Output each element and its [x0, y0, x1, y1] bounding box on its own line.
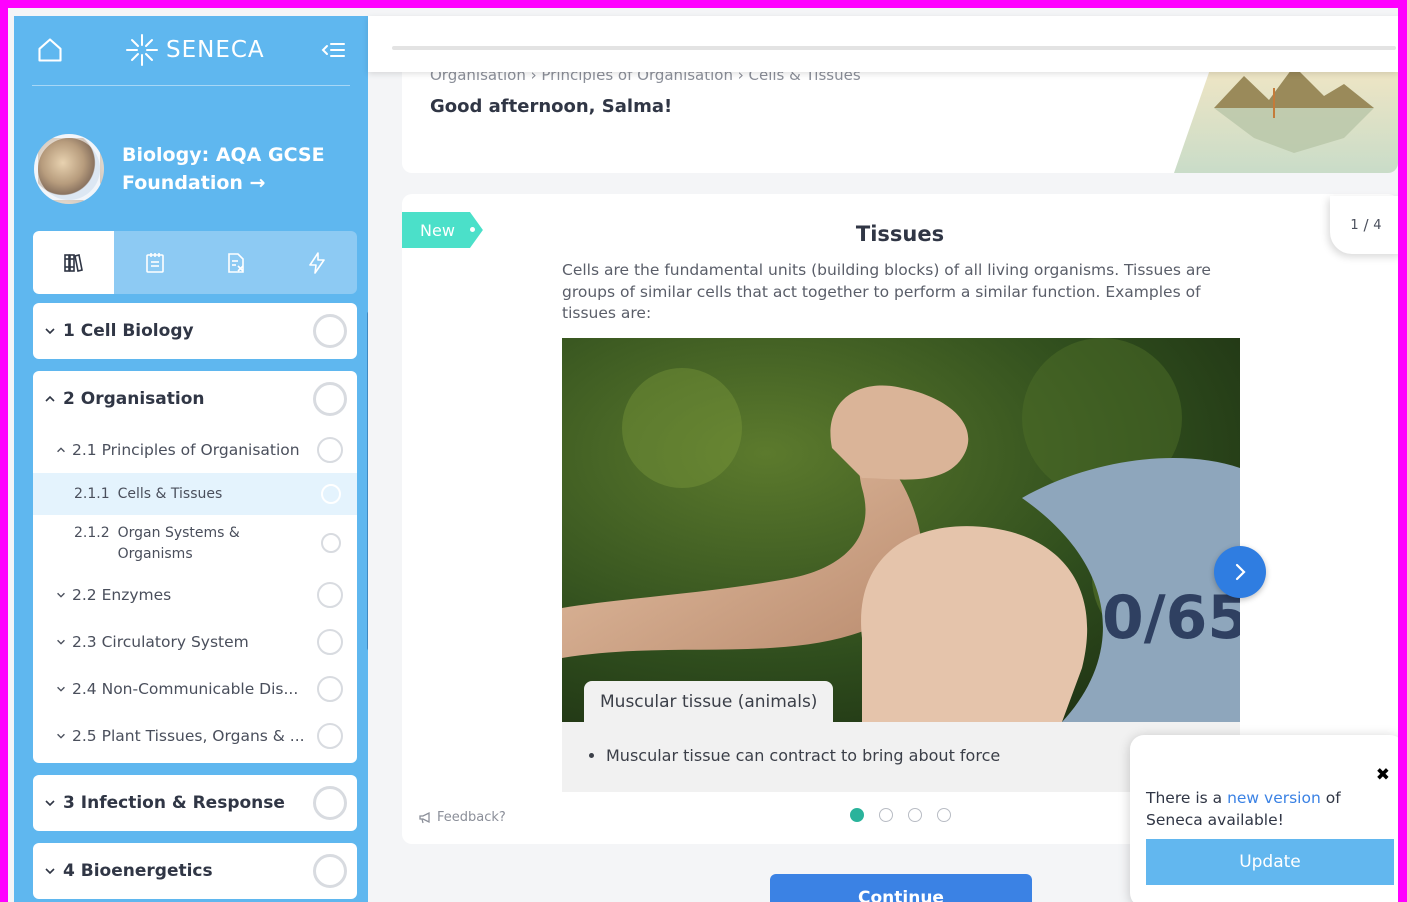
item-cells-tissues[interactable]: 2.1.1 Cells & Tissues	[33, 473, 357, 515]
course-header[interactable]: Biology: AQA GCSE Foundation →	[34, 134, 325, 204]
top-bar	[368, 16, 1398, 72]
continue-button[interactable]: Continue	[770, 874, 1032, 902]
chevron-down-icon	[45, 328, 55, 335]
progress-ring	[317, 437, 343, 463]
item-organ-systems[interactable]: 2.1.2 Organ Systems & Organisms	[33, 515, 357, 571]
section-cell-biology[interactable]: 1 Cell Biology	[33, 303, 357, 359]
bullet-point: Muscular tissue can contract to bring ab…	[606, 746, 1000, 765]
books-icon	[63, 253, 83, 272]
tab-exam[interactable]	[195, 231, 276, 294]
muscle-image: 0/65	[562, 338, 1240, 722]
section-row[interactable]: 2 Organisation	[33, 371, 357, 427]
course-title[interactable]: Biology: AQA GCSE Foundation →	[122, 141, 325, 197]
subsection-2-2[interactable]: 2.2 Enzymes	[33, 571, 357, 618]
course-avatar	[34, 134, 104, 204]
subsection-2-3[interactable]: 2.3 Circulatory System	[33, 618, 357, 665]
chevron-up-icon	[57, 447, 65, 453]
seneca-logo[interactable]: SENECA	[124, 32, 265, 68]
seneca-star-icon	[126, 34, 158, 66]
slide-dot[interactable]	[937, 808, 951, 822]
progress-ring	[313, 382, 347, 416]
lesson-progress-bar	[392, 46, 1396, 50]
progress-ring	[317, 722, 343, 749]
slide-dot[interactable]	[850, 808, 864, 822]
section-organisation: 2 Organisation 2.1 Principles of Organis…	[33, 371, 357, 763]
megaphone-icon	[419, 811, 430, 824]
slide-dot[interactable]	[879, 808, 893, 822]
sidebar-tabs	[33, 231, 357, 294]
sidebar-scrollbar[interactable]	[367, 311, 368, 651]
slide-dots	[850, 808, 966, 822]
image-caption: Muscular tissue (animals)	[584, 681, 834, 723]
mountains-illustration	[1174, 58, 1398, 173]
chevron-down-icon	[57, 733, 65, 739]
feedback-link[interactable]: Feedback?	[418, 810, 506, 825]
greeting-text: Good afternoon, Salma!	[430, 96, 673, 117]
tab-assignments[interactable]	[114, 231, 195, 294]
tab-quick[interactable]	[276, 231, 357, 294]
update-button[interactable]: Update	[1146, 839, 1394, 885]
chevron-down-icon	[57, 639, 65, 645]
chevron-down-icon	[57, 686, 65, 692]
toast-message: There is a new version of Seneca availab…	[1146, 789, 1341, 829]
sidebar-header: SENECA	[32, 16, 350, 86]
chevron-right-icon	[1235, 563, 1246, 581]
subsection-2-4[interactable]: 2.4 Non-Communicable Dis...	[33, 665, 357, 712]
app-frame: SENECA Biology: AQA GCSE Foundation → 1 …	[8, 8, 1398, 902]
next-slide-button[interactable]	[1214, 546, 1266, 598]
slide-dot[interactable]	[908, 808, 922, 822]
home-icon[interactable]	[36, 36, 64, 64]
progress-ring	[317, 675, 343, 702]
lesson-text: Cells are the fundamental units (buildin…	[562, 261, 1211, 322]
section-infection-response[interactable]: 3 Infection & Response	[33, 775, 357, 831]
section-row[interactable]: 4 Bioenergetics	[33, 843, 357, 899]
progress-ring	[313, 854, 347, 888]
progress-ring	[313, 314, 347, 348]
svg-text:0/65: 0/65	[1102, 583, 1240, 653]
chevron-down-icon	[45, 800, 55, 807]
sidebar: SENECA Biology: AQA GCSE Foundation → 1 …	[14, 16, 368, 902]
progress-ring	[321, 484, 341, 504]
progress-ring	[317, 628, 343, 655]
chevron-down-icon	[45, 868, 55, 875]
document-check-icon	[227, 252, 244, 273]
progress-ring	[317, 581, 343, 608]
section-row[interactable]: 1 Cell Biology	[33, 303, 357, 359]
subsection-2-1[interactable]: 2.1 Principles of Organisation	[33, 427, 357, 473]
logo-text: SENECA	[166, 37, 265, 63]
tab-sections[interactable]	[33, 231, 114, 294]
notepad-icon	[145, 252, 164, 273]
subsection-2-5[interactable]: 2.5 Plant Tissues, Organs & ...	[33, 712, 357, 759]
close-icon[interactable]: ✖	[1376, 765, 1390, 785]
collapse-menu-icon[interactable]	[320, 38, 346, 62]
lesson-title: Tissues	[855, 222, 945, 246]
chevron-up-icon	[45, 395, 55, 402]
chevron-down-icon	[57, 592, 65, 598]
update-toast: ✖ There is a new version of Seneca avail…	[1130, 735, 1398, 902]
section-row[interactable]: 3 Infection & Response	[33, 775, 357, 831]
section-bioenergetics[interactable]: 4 Bioenergetics	[33, 843, 357, 899]
lightning-icon	[308, 251, 325, 274]
progress-ring	[313, 786, 347, 820]
new-version-link[interactable]: new version	[1227, 789, 1321, 807]
progress-ring	[321, 533, 341, 553]
